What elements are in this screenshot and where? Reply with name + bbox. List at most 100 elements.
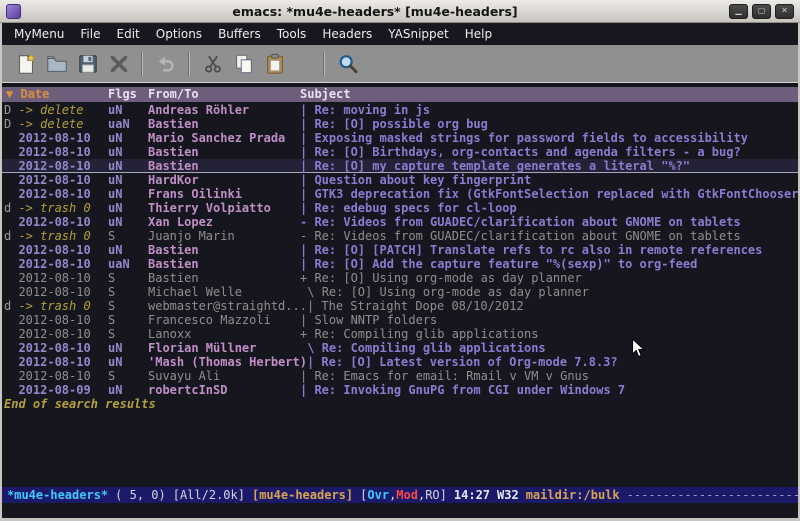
message-row[interactable]: 2012-08-10 S Lanoxx + Re: Compiling glib… bbox=[2, 327, 798, 341]
message-from: Florian Müllner bbox=[148, 341, 300, 355]
message-from: Bastien bbox=[148, 271, 300, 285]
message-date: 2012-08-10 bbox=[2, 369, 108, 383]
toolbar-copy-button[interactable] bbox=[228, 48, 259, 79]
message-row[interactable]: 2012-08-10 uN Xan Lopez - Re: Videos fro… bbox=[2, 215, 798, 229]
modeline-major-mode: [mu4e-headers] bbox=[252, 488, 353, 502]
message-from: Francesco Mazzoli bbox=[148, 313, 300, 327]
message-row[interactable]: 2012-08-10 uN Bastien | Re: [O] [PATCH] … bbox=[2, 243, 798, 257]
modeline-buffer-name: *mu4e-headers* bbox=[7, 488, 108, 502]
message-from: Xan Lopez bbox=[148, 215, 300, 229]
message-date: d -> trash 0 bbox=[2, 201, 108, 215]
thread-separator: | bbox=[300, 313, 314, 327]
echo-area[interactable] bbox=[2, 503, 798, 518]
message-date: 2012-08-10 bbox=[2, 257, 108, 271]
message-row[interactable]: d -> trash 0 uN Thierry Volpiatto | Re: … bbox=[2, 201, 798, 215]
message-flags: S bbox=[108, 271, 148, 285]
message-row[interactable]: d -> trash 0 S webmaster@straightd... | … bbox=[2, 299, 798, 313]
message-row[interactable]: 2012-08-10 uN Frans Oilinki | GTK3 depre… bbox=[2, 187, 798, 201]
message-row[interactable]: 2012-08-10 uaN Bastien | Re: [O] Add the… bbox=[2, 257, 798, 271]
message-date: 2012-08-10 bbox=[2, 145, 108, 159]
header-col-date[interactable]: ▼ Date bbox=[2, 87, 108, 102]
message-date: 2012-08-10 bbox=[2, 131, 108, 145]
toolbar-undo-button[interactable] bbox=[150, 48, 181, 79]
close-x-icon bbox=[108, 53, 130, 75]
modeline-range: [All/2.0k] bbox=[173, 488, 245, 502]
maximize-button[interactable]: ▢ bbox=[752, 4, 771, 19]
message-row[interactable]: 2012-08-10 uN Bastien | Re: [O] my captu… bbox=[2, 159, 798, 173]
message-row[interactable]: D -> delete uN Andreas Röhler | Re: movi… bbox=[2, 103, 798, 117]
menu-item-edit[interactable]: Edit bbox=[109, 24, 148, 44]
message-flags: uN bbox=[108, 201, 148, 215]
message-date: d -> trash 0 bbox=[2, 299, 108, 313]
thread-separator: | bbox=[300, 201, 314, 215]
menu-item-mymenu[interactable]: MyMenu bbox=[6, 24, 72, 44]
copy-pages-icon bbox=[233, 53, 255, 75]
message-flags: uN bbox=[108, 383, 148, 397]
close-button[interactable]: ✕ bbox=[775, 4, 794, 19]
message-from: Bastien bbox=[148, 257, 300, 271]
open-folder-icon bbox=[46, 53, 68, 75]
modeline-maildir: maildir:/bulk bbox=[526, 488, 620, 502]
message-row[interactable]: 2012-08-10 S Bastien + Re: [O] Using org… bbox=[2, 271, 798, 285]
message-subject: Re: Videos from GUADEC/clarification abo… bbox=[314, 215, 798, 229]
message-row[interactable]: 2012-08-10 uN 'Mash (Thomas Herbert) | R… bbox=[2, 355, 798, 369]
toolbar-paste-button[interactable] bbox=[259, 48, 290, 79]
modeline-flag-ovr: Ovr bbox=[367, 488, 389, 502]
message-subject: Re: [O] my capture template generates a … bbox=[314, 159, 798, 173]
message-date: 2012-08-10 bbox=[2, 243, 108, 257]
toolbar-open-file-button[interactable] bbox=[41, 48, 72, 79]
message-row[interactable]: 2012-08-10 uN Bastien | Re: [O] Birthday… bbox=[2, 145, 798, 159]
message-flags: uaN bbox=[108, 117, 148, 131]
header-line: ▼ Date Flgs From/To Subject bbox=[2, 87, 798, 102]
message-from: Bastien bbox=[148, 117, 300, 131]
message-row[interactable]: 2012-08-10 S Francesco Mazzoli | Slow NN… bbox=[2, 313, 798, 327]
message-date: 2012-08-10 bbox=[2, 159, 108, 173]
toolbar-search-button[interactable] bbox=[332, 48, 363, 79]
message-from: Frans Oilinki bbox=[148, 187, 300, 201]
menu-item-tools[interactable]: Tools bbox=[269, 24, 315, 44]
menu-item-help[interactable]: Help bbox=[457, 24, 500, 44]
thread-separator: | bbox=[300, 243, 314, 257]
menu-item-yasnippet[interactable]: YASnippet bbox=[380, 24, 457, 44]
toolbar-cut-button[interactable] bbox=[197, 48, 228, 79]
message-subject: Question about key fingerprint bbox=[314, 173, 798, 187]
header-col-subject[interactable]: Subject bbox=[300, 87, 798, 102]
message-row[interactable]: 2012-08-10 uN Florian Müllner \ Re: Comp… bbox=[2, 341, 798, 355]
message-row[interactable]: 2012-08-10 S Suvayu Ali | Re: Emacs for … bbox=[2, 369, 798, 383]
message-subject: Re: Invoking GnuPG from CGI under Window… bbox=[314, 383, 798, 397]
message-from: HardKor bbox=[148, 173, 300, 187]
header-col-flags[interactable]: Flgs bbox=[108, 87, 148, 102]
message-subject: Re: [O] Using org-mode as day planner bbox=[314, 271, 798, 285]
minimize-button[interactable]: ▁ bbox=[729, 4, 748, 19]
message-subject: Re: Videos from GUADEC/clarification abo… bbox=[314, 229, 798, 243]
toolbar-close-buffer-button[interactable] bbox=[103, 48, 134, 79]
message-row[interactable]: D -> delete uaN Bastien | Re: [O] possib… bbox=[2, 117, 798, 131]
message-subject: The Straight Dope 08/10/2012 bbox=[321, 299, 798, 313]
message-flags: uN bbox=[108, 159, 148, 173]
message-from: Bastien bbox=[148, 243, 300, 257]
message-date: 2012-08-10 bbox=[2, 271, 108, 285]
toolbar-new-file-button[interactable] bbox=[10, 48, 41, 79]
window-title: emacs: *mu4e-headers* [mu4e-headers] bbox=[27, 4, 723, 19]
menu-item-options[interactable]: Options bbox=[148, 24, 210, 44]
message-from: webmaster@straightd... bbox=[148, 299, 307, 313]
message-row[interactable]: d -> trash 0 S Juanjo Marin - Re: Videos… bbox=[2, 229, 798, 243]
message-subject: Re: [O] Using org-mode as day planner bbox=[322, 285, 798, 299]
message-row[interactable]: 2012-08-10 uN Mario Sanchez Prada | Expo… bbox=[2, 131, 798, 145]
thread-separator: - bbox=[300, 229, 314, 243]
thread-separator: | bbox=[300, 187, 314, 201]
emacs-frame: MyMenu File Edit Options Buffers Tools H… bbox=[2, 23, 798, 518]
message-row[interactable]: 2012-08-09 uN robertcInSD | Re: Invoking… bbox=[2, 383, 798, 397]
menu-item-buffers[interactable]: Buffers bbox=[210, 24, 269, 44]
header-col-from[interactable]: From/To bbox=[148, 87, 300, 102]
message-row[interactable]: 2012-08-10 uN HardKor | Question about k… bbox=[2, 173, 798, 187]
message-flags: uN bbox=[108, 173, 148, 187]
message-from: Thierry Volpiatto bbox=[148, 201, 300, 215]
message-row[interactable]: 2012-08-10 S Michael Welle \ Re: [O] Usi… bbox=[2, 285, 798, 299]
message-from: Andreas Röhler bbox=[148, 103, 300, 117]
thread-separator: \ bbox=[300, 341, 322, 355]
menu-item-headers[interactable]: Headers bbox=[314, 24, 380, 44]
toolbar-save-button[interactable] bbox=[72, 48, 103, 79]
menu-item-file[interactable]: File bbox=[72, 24, 108, 44]
header-date-label: Date bbox=[20, 87, 49, 101]
